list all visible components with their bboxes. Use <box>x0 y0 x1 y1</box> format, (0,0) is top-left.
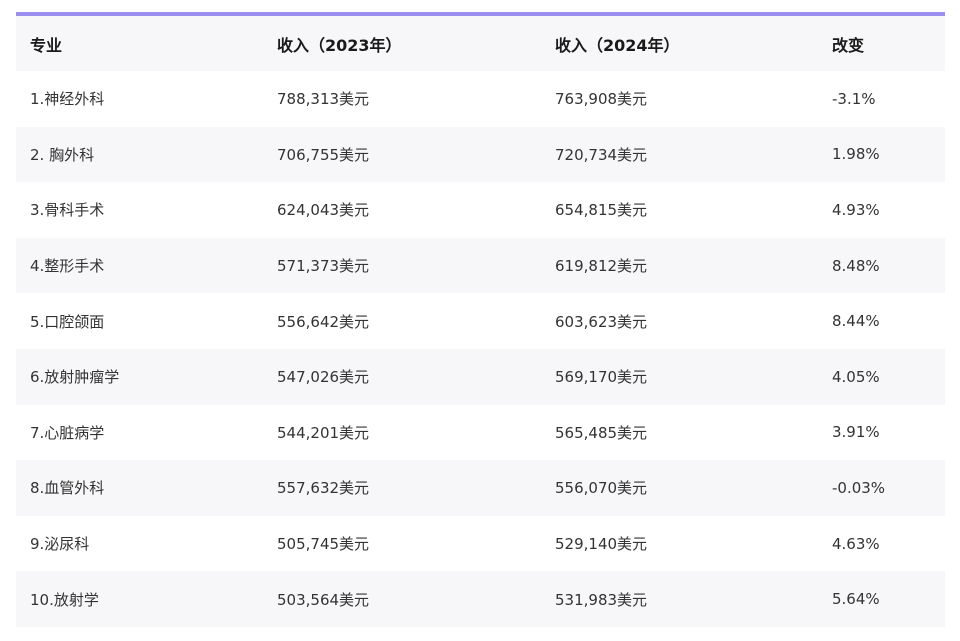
cell-change: 1.98% <box>832 145 880 164</box>
cell-specialty: 2. 胸外科 <box>30 145 95 164</box>
cell-income-2023: 505,745美元 <box>277 535 370 554</box>
cell-change: 8.48% <box>832 256 880 275</box>
cell-income-2023: 503,564美元 <box>277 590 370 609</box>
table-row: 6.放射肿瘤学 547,026美元 569,170美元 4.05% <box>16 348 945 405</box>
table-row: 8.血管外科 557,632美元 556,070美元 -0.03% <box>16 460 945 516</box>
cell-change: 4.63% <box>832 534 880 553</box>
cell-income-2024: 556,070美元 <box>555 479 648 498</box>
cell-income-2023: 706,755美元 <box>277 145 370 164</box>
cell-specialty: 9.泌尿科 <box>30 535 90 554</box>
cell-specialty: 6.放射肿瘤学 <box>30 368 120 387</box>
cell-specialty: 8.血管外科 <box>30 479 105 498</box>
cell-income-2023: 788,313美元 <box>277 90 370 109</box>
cell-income-2024: 654,815美元 <box>555 201 648 220</box>
cell-income-2023: 557,632美元 <box>277 479 370 498</box>
table-row: 1.神经外科 788,313美元 763,908美元 -3.1% <box>16 71 945 127</box>
cell-income-2024: 603,623美元 <box>555 312 648 331</box>
table-header-row: 专业 收入（2023年） 收入（2024年） 改变 <box>16 16 945 71</box>
cell-income-2024: 763,908美元 <box>555 90 648 109</box>
cell-change: 4.93% <box>832 200 880 219</box>
cell-income-2024: 529,140美元 <box>555 535 648 554</box>
table-row: 10.放射学 503,564美元 531,983美元 5.64% <box>16 571 945 627</box>
cell-change: 5.64% <box>832 590 880 609</box>
table-row: 2. 胸外科 706,755美元 720,734美元 1.98% <box>16 126 945 183</box>
header-income-2024: 收入（2024年） <box>555 35 680 55</box>
cell-specialty: 3.骨科手术 <box>30 201 105 220</box>
cell-income-2023: 556,642美元 <box>277 312 370 331</box>
cell-change: 4.05% <box>832 367 880 386</box>
cell-income-2023: 544,201美元 <box>277 423 370 442</box>
header-specialty: 专业 <box>30 35 63 55</box>
cell-income-2023: 624,043美元 <box>277 201 370 220</box>
cell-change: 3.91% <box>832 423 880 442</box>
cell-income-2023: 547,026美元 <box>277 368 370 387</box>
cell-change: -0.03% <box>832 478 886 497</box>
cell-income-2024: 619,812美元 <box>555 257 648 276</box>
salary-table-container: 专业 收入（2023年） 收入（2024年） 改变 1.神经外科 788,313… <box>16 12 945 627</box>
cell-specialty: 5.口腔颌面 <box>30 312 105 331</box>
table-row: 3.骨科手术 624,043美元 654,815美元 4.93% <box>16 182 945 238</box>
cell-change: 8.44% <box>832 312 880 331</box>
table-row: 7.心脏病学 544,201美元 565,485美元 3.91% <box>16 404 945 461</box>
cell-income-2024: 720,734美元 <box>555 145 648 164</box>
table-row: 9.泌尿科 505,745美元 529,140美元 4.63% <box>16 515 945 572</box>
cell-specialty: 10.放射学 <box>30 590 99 609</box>
salary-table: 专业 收入（2023年） 收入（2024年） 改变 1.神经外科 788,313… <box>16 16 945 627</box>
cell-specialty: 1.神经外科 <box>30 90 105 109</box>
cell-specialty: 4.整形手术 <box>30 257 105 276</box>
table-row: 4.整形手术 571,373美元 619,812美元 8.48% <box>16 237 945 294</box>
cell-income-2023: 571,373美元 <box>277 257 370 276</box>
cell-change: -3.1% <box>832 89 876 108</box>
cell-income-2024: 531,983美元 <box>555 590 648 609</box>
cell-income-2024: 565,485美元 <box>555 423 648 442</box>
table-row: 5.口腔颌面 556,642美元 603,623美元 8.44% <box>16 293 945 349</box>
cell-income-2024: 569,170美元 <box>555 368 648 387</box>
cell-specialty: 7.心脏病学 <box>30 423 105 442</box>
header-income-2023: 收入（2023年） <box>277 35 402 55</box>
header-change: 改变 <box>832 35 865 55</box>
